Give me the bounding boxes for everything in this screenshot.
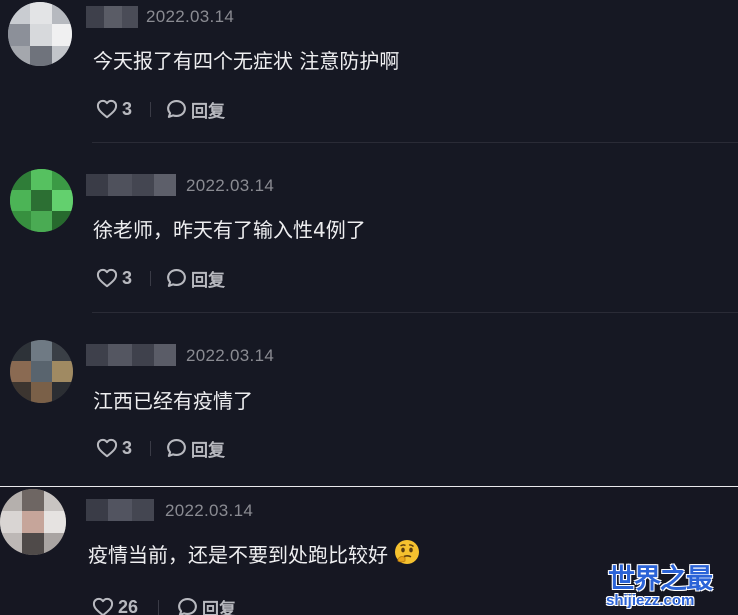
heart-outline-icon: [96, 99, 118, 119]
comment-list-bottom: 2022.03.14 疫情当前，还是不要到处跑比较好 26 回复 世界之最 sh…: [0, 486, 738, 615]
username-redacted[interactable]: [86, 344, 176, 366]
action-separator: [150, 102, 151, 117]
heart-outline-icon: [92, 597, 114, 615]
username-redacted[interactable]: [86, 6, 138, 28]
comment-actions: 3 回复: [96, 266, 296, 291]
comment-text: 徐老师，昨天有了输入性4例了: [93, 218, 366, 242]
comment-text-body: 疫情当前，还是不要到处跑比较好: [88, 543, 388, 567]
comment-text: 今天报了有四个无症状 注意防护啊: [93, 49, 400, 73]
reply-button[interactable]: 回复: [166, 266, 225, 291]
comment-item: 2022.03.14 江西已经有疫情了 3 回复: [0, 313, 738, 486]
like-button[interactable]: 3: [96, 266, 132, 290]
watermark-logo: 世界之最 shijiezz.com: [604, 557, 732, 613]
reply-button[interactable]: 回复: [166, 97, 225, 122]
like-button[interactable]: 26: [92, 595, 138, 615]
action-separator: [150, 441, 151, 456]
screenshot-root: 2022.03.14 今天报了有四个无症状 注意防护啊 3 回复 2022.03…: [0, 0, 738, 615]
reply-label: 回复: [191, 440, 225, 461]
avatar[interactable]: [0, 489, 66, 555]
chat-bubble-icon: [166, 268, 187, 288]
comment-list-top: 2022.03.14 今天报了有四个无症状 注意防护啊 3 回复 2022.03…: [0, 0, 738, 486]
action-separator: [158, 600, 159, 615]
watermark-url: shijiezz.com: [606, 592, 695, 609]
avatar[interactable]: [10, 169, 73, 232]
comment-item: 2022.03.14 徐老师，昨天有了输入性4例了 3 回复: [0, 143, 738, 313]
comment-timestamp: 2022.03.14: [186, 176, 275, 195]
comment-item: 2022.03.14 今天报了有四个无症状 注意防护啊 3 回复: [0, 0, 738, 143]
reply-label: 回复: [191, 101, 225, 122]
like-button[interactable]: 3: [96, 97, 132, 121]
thinking-face-emoji: [394, 539, 420, 570]
reply-label: 回复: [202, 599, 236, 615]
comment-timestamp: 2022.03.14: [165, 501, 254, 520]
username-redacted[interactable]: [86, 499, 154, 521]
chat-bubble-icon: [166, 99, 187, 119]
comment-text: 疫情当前，还是不要到处跑比较好: [88, 539, 420, 570]
watermark-title: 世界之最: [608, 564, 713, 595]
like-button[interactable]: 3: [96, 436, 132, 460]
chat-bubble-icon: [166, 438, 187, 458]
comment-timestamp: 2022.03.14: [186, 346, 275, 365]
reply-label: 回复: [191, 270, 225, 291]
reply-button[interactable]: 回复: [177, 595, 236, 615]
comment-actions: 3 回复: [96, 436, 296, 461]
username-redacted[interactable]: [86, 174, 176, 196]
reply-button[interactable]: 回复: [166, 436, 225, 461]
avatar[interactable]: [10, 340, 73, 403]
comment-timestamp: 2022.03.14: [146, 7, 235, 26]
chat-bubble-icon: [177, 597, 198, 615]
comment-text: 江西已经有疫情了: [93, 389, 253, 413]
heart-outline-icon: [96, 438, 118, 458]
comment-actions: 3 回复: [96, 97, 296, 122]
avatar[interactable]: [8, 2, 72, 66]
like-count: 3: [122, 267, 133, 288]
comment-actions: 26 回复: [92, 595, 292, 615]
heart-outline-icon: [96, 268, 118, 288]
like-count: 3: [122, 98, 133, 119]
like-count: 3: [122, 437, 133, 458]
action-separator: [150, 271, 151, 286]
like-count: 26: [118, 596, 139, 615]
